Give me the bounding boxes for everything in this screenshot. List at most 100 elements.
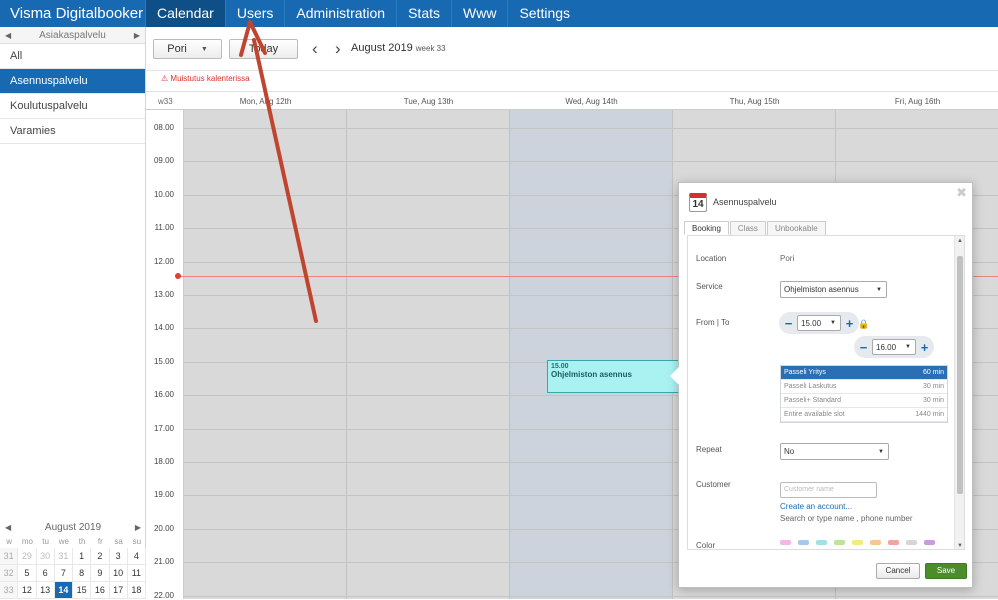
service-select[interactable]: Ohjelmiston asennus ▼ <box>780 281 887 298</box>
hour-label: 11.00 <box>154 223 174 233</box>
to-time-select[interactable]: 16.00 ▼ <box>872 339 916 355</box>
minus-icon[interactable]: − <box>782 317 795 330</box>
day-column-tue[interactable] <box>347 110 510 599</box>
service-option-duration: 30 min <box>922 397 944 404</box>
nav-calendar[interactable]: Calendar <box>145 0 225 27</box>
mini-calendar-day[interactable]: 15 <box>73 582 92 599</box>
mini-calendar-day[interactable]: 6 <box>36 565 55 582</box>
day-header-tue[interactable]: Tue, Aug 13th <box>347 97 510 106</box>
sidebar-item-all[interactable]: All <box>0 44 145 69</box>
day-header-wed[interactable]: Wed, Aug 14th <box>510 97 673 106</box>
color-swatch[interactable] <box>870 540 881 545</box>
create-account-link[interactable]: Create an account... <box>780 502 852 511</box>
mini-calendar-day[interactable]: 16 <box>91 582 110 599</box>
color-swatch[interactable] <box>906 540 917 545</box>
service-option[interactable]: Passeli+ Standard 30 min <box>781 394 947 408</box>
nav-administration[interactable]: Administration <box>284 0 396 27</box>
next-month-icon[interactable]: ▶ <box>135 523 141 532</box>
hour-line <box>184 161 998 163</box>
nav-users[interactable]: Users <box>224 0 285 27</box>
color-swatch[interactable] <box>798 540 809 545</box>
mini-calendar-day[interactable]: 5 <box>18 565 37 582</box>
service-option[interactable]: Entire available slot 1440 min <box>781 408 947 422</box>
color-swatch[interactable] <box>924 540 935 545</box>
service-option[interactable]: Passeli Laskutus 30 min <box>781 380 947 394</box>
mini-calendar-day[interactable]: 2 <box>91 548 110 565</box>
dialog-pointer <box>670 367 679 385</box>
mini-calendar-day[interactable]: 7 <box>54 565 73 582</box>
hour-label: 10.00 <box>153 189 174 199</box>
nav-settings[interactable]: Settings <box>507 0 581 27</box>
plus-icon[interactable]: + <box>918 341 931 354</box>
sidebar-item-varamies[interactable]: Varamies <box>0 119 145 144</box>
chevron-left-icon[interactable]: ◀ <box>5 31 11 40</box>
today-button[interactable]: Today <box>229 39 298 59</box>
tab-booking[interactable]: Booking <box>684 221 729 235</box>
mini-calendar-day[interactable]: 17 <box>109 582 128 599</box>
tab-class[interactable]: Class <box>729 221 766 235</box>
mini-calendar-day[interactable]: 11 <box>127 565 146 582</box>
to-time-stepper[interactable]: − 16.00 ▼ + <box>854 336 934 358</box>
mini-calendar-day[interactable]: 8 <box>73 565 92 582</box>
color-swatches <box>780 540 942 545</box>
close-icon[interactable]: ✖ <box>956 185 967 201</box>
nav-stats[interactable]: Stats <box>396 0 451 27</box>
mini-calendar-day[interactable]: 13 <box>36 582 55 599</box>
nav-www[interactable]: Www <box>451 0 507 27</box>
prev-week-icon[interactable]: ‹ <box>312 40 318 57</box>
day-header-mon[interactable]: Mon, Aug 12th <box>184 97 347 106</box>
tab-unbookable[interactable]: Unbookable <box>766 221 826 235</box>
lock-icon[interactable]: 🔒 <box>858 319 869 330</box>
day-header-thu[interactable]: Thu, Aug 15th <box>673 97 836 106</box>
current-time-dot <box>175 273 181 279</box>
reminder-notice[interactable]: ⚠ Muistutus kalenterissa <box>161 74 250 83</box>
service-option-name: Entire available slot <box>784 411 845 418</box>
color-swatch[interactable] <box>888 540 899 545</box>
mini-calendar: ◀ August 2019 ▶ w mo tu we th fr sa su 31 29 30 31… <box>0 519 146 599</box>
plus-icon[interactable]: + <box>843 317 856 330</box>
service-option-name: Passeli Laskutus <box>784 383 837 390</box>
day-column-wed[interactable] <box>510 110 673 599</box>
mini-calendar-day[interactable]: 14 <box>54 582 73 599</box>
from-time-stepper[interactable]: − 15.00 ▼ + <box>779 312 859 334</box>
mini-calendar-day[interactable]: 3 <box>109 548 128 565</box>
hour-label: 19.00 <box>153 490 174 500</box>
hour-line <box>184 128 998 129</box>
service-option[interactable]: Passeli Yritys 60 min <box>781 366 947 380</box>
reminder-text: Muistutus kalenterissa <box>170 74 250 83</box>
mini-calendar-day[interactable]: 29 <box>18 548 37 565</box>
mini-calendar-day[interactable]: 4 <box>127 548 146 565</box>
mini-calendar-day[interactable]: 30 <box>36 548 55 565</box>
location-select[interactable]: Pori ▼ <box>153 39 222 59</box>
mini-calendar-day[interactable]: 12 <box>18 582 37 599</box>
color-swatch[interactable] <box>780 540 791 545</box>
dialog-scrollbar[interactable]: ▲ ▼ <box>954 236 964 549</box>
mini-calendar-day[interactable]: 9 <box>91 565 110 582</box>
scroll-down-icon[interactable]: ▼ <box>957 543 963 549</box>
color-swatch[interactable] <box>834 540 845 545</box>
unit-selector[interactable]: ◀ Asiakaspalvelu ▶ <box>0 27 145 44</box>
day-column-mon[interactable] <box>184 110 347 599</box>
save-button[interactable]: Save <box>925 563 967 579</box>
sidebar-item-asennuspalvelu[interactable]: Asennuspalvelu <box>0 69 145 94</box>
chevron-right-icon[interactable]: ▶ <box>134 31 140 40</box>
sidebar-item-koulutuspalvelu[interactable]: Koulutuspalvelu <box>0 94 145 119</box>
brand-logo[interactable]: Visma Digitalbooker <box>0 0 145 27</box>
mini-calendar-day[interactable]: 18 <box>127 582 146 599</box>
color-swatch[interactable] <box>816 540 827 545</box>
scrollbar-thumb[interactable] <box>957 256 963 494</box>
mini-calendar-day[interactable]: 31 <box>54 548 73 565</box>
next-week-icon[interactable]: › <box>335 40 341 57</box>
service-option-name: Passeli Yritys <box>784 369 826 376</box>
scroll-up-icon[interactable]: ▲ <box>957 238 963 244</box>
minus-icon[interactable]: − <box>857 341 870 354</box>
repeat-select[interactable]: No ▼ <box>780 443 889 460</box>
mini-calendar-day[interactable]: 10 <box>109 565 128 582</box>
mini-calendar-day[interactable]: 1 <box>73 548 92 565</box>
prev-month-icon[interactable]: ◀ <box>5 523 11 532</box>
cancel-button[interactable]: Cancel <box>876 563 920 579</box>
color-swatch[interactable] <box>852 540 863 545</box>
day-header-fri[interactable]: Fri, Aug 16th <box>836 97 998 106</box>
customer-name-input[interactable]: Customer name <box>780 482 877 498</box>
from-time-select[interactable]: 15.00 ▼ <box>797 315 841 331</box>
